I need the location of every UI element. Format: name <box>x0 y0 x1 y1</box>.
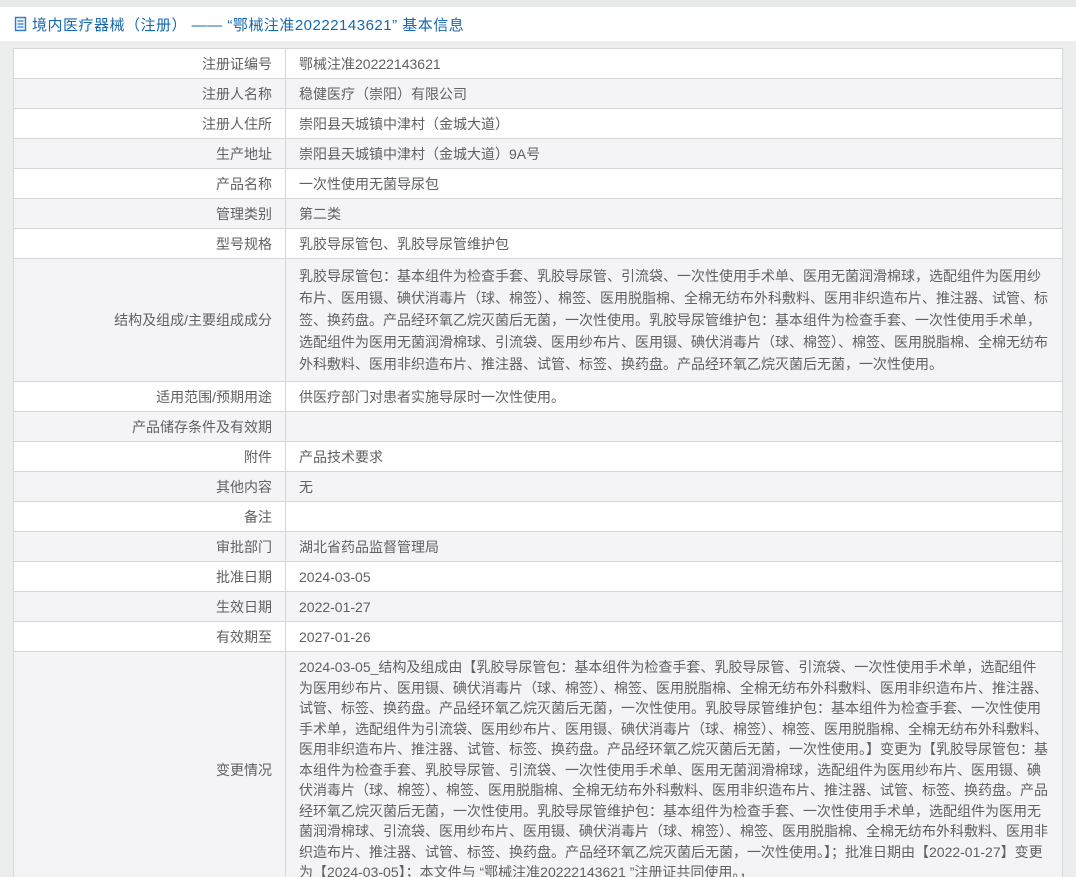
row-label: 生效日期 <box>13 591 286 622</box>
table-row: 批准日期 2024-03-05 <box>13 561 1063 592</box>
row-value: 湖北省药品监督管理局 <box>285 531 1063 562</box>
table-row: 产品名称 一次性使用无菌导尿包 <box>13 168 1063 199</box>
row-value: 2022-01-27 <box>285 591 1063 622</box>
row-value: 2027-01-26 <box>285 621 1063 652</box>
row-label: 注册人名称 <box>13 78 286 109</box>
table-row: 注册证编号 鄂械注准20222143621 <box>13 48 1063 79</box>
title-bar: 境内医疗器械（注册） —— “鄂械注准20222143621” 基本信息 <box>0 7 1076 41</box>
row-value: 供医疗部门对患者实施导尿时一次性使用。 <box>285 381 1063 412</box>
row-label: 结构及组成/主要组成成分 <box>13 258 286 382</box>
table-row: 有效期至 2027-01-26 <box>13 621 1063 652</box>
row-label: 注册证编号 <box>13 48 286 79</box>
table-row: 型号规格 乳胶导尿管包、乳胶导尿管维护包 <box>13 228 1063 259</box>
row-value: 鄂械注准20222143621 <box>285 48 1063 79</box>
table-row: 生产地址 崇阳县天城镇中津村（金城大道）9A号 <box>13 138 1063 169</box>
row-label: 管理类别 <box>13 198 286 229</box>
row-value: 崇阳县天城镇中津村（金城大道） <box>285 108 1063 139</box>
row-label: 审批部门 <box>13 531 286 562</box>
row-label: 批准日期 <box>13 561 286 592</box>
row-value: 一次性使用无菌导尿包 <box>285 168 1063 199</box>
table-row: 审批部门 湖北省药品监督管理局 <box>13 531 1063 562</box>
row-label: 型号规格 <box>13 228 286 259</box>
table-row: 注册人名称 稳健医疗（崇阳）有限公司 <box>13 78 1063 109</box>
row-label: 变更情况 <box>13 651 286 877</box>
top-strip <box>0 0 1076 7</box>
row-value: 稳健医疗（崇阳）有限公司 <box>285 78 1063 109</box>
row-value: 无 <box>285 471 1063 502</box>
row-value <box>285 411 1063 442</box>
row-label: 有效期至 <box>13 621 286 652</box>
row-label: 注册人住所 <box>13 108 286 139</box>
row-label: 产品储存条件及有效期 <box>13 411 286 442</box>
table-row: 附件 产品技术要求 <box>13 441 1063 472</box>
row-value: 乳胶导尿管包：基本组件为检查手套、乳胶导尿管、引流袋、一次性使用手术单、医用无菌… <box>285 258 1063 382</box>
row-value: 第二类 <box>285 198 1063 229</box>
table-row: 结构及组成/主要组成成分 乳胶导尿管包：基本组件为检查手套、乳胶导尿管、引流袋、… <box>13 258 1063 382</box>
row-label: 产品名称 <box>13 168 286 199</box>
row-label: 其他内容 <box>13 471 286 502</box>
row-value <box>285 501 1063 532</box>
table-row: 其他内容 无 <box>13 471 1063 502</box>
registration-info-table: 注册证编号 鄂械注准20222143621 注册人名称 稳健医疗（崇阳）有限公司… <box>13 48 1063 877</box>
row-value: 2024-03-05_结构及组成由【乳胶导尿管包：基本组件为检查手套、乳胶导尿管… <box>285 651 1063 877</box>
row-value: 2024-03-05 <box>285 561 1063 592</box>
content-area: 注册证编号 鄂械注准20222143621 注册人名称 稳健医疗（崇阳）有限公司… <box>0 41 1076 877</box>
table-row: 生效日期 2022-01-27 <box>13 591 1063 622</box>
table-row: 变更情况 2024-03-05_结构及组成由【乳胶导尿管包：基本组件为检查手套、… <box>13 651 1063 877</box>
row-value: 崇阳县天城镇中津村（金城大道）9A号 <box>285 138 1063 169</box>
row-label: 适用范围/预期用途 <box>13 381 286 412</box>
row-value: 产品技术要求 <box>285 441 1063 472</box>
table-row: 注册人住所 崇阳县天城镇中津村（金城大道） <box>13 108 1063 139</box>
page-title: 境内医疗器械（注册） —— “鄂械注准20222143621” 基本信息 <box>32 16 465 34</box>
table-row: 备注 <box>13 501 1063 532</box>
row-label: 生产地址 <box>13 138 286 169</box>
row-value: 乳胶导尿管包、乳胶导尿管维护包 <box>285 228 1063 259</box>
table-row: 产品储存条件及有效期 <box>13 411 1063 442</box>
row-label: 附件 <box>13 441 286 472</box>
table-row: 管理类别 第二类 <box>13 198 1063 229</box>
row-label: 备注 <box>13 501 286 532</box>
document-icon <box>13 16 28 33</box>
table-row: 适用范围/预期用途 供医疗部门对患者实施导尿时一次性使用。 <box>13 381 1063 412</box>
